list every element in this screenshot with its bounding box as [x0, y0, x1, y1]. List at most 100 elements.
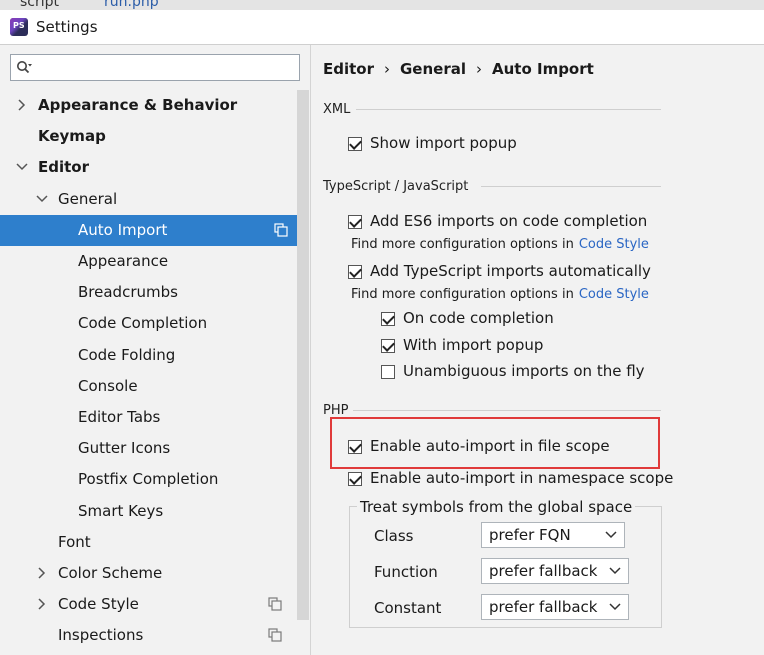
tree-item-label: Console	[78, 376, 138, 395]
checkbox-label: Add ES6 imports on code completion	[370, 212, 648, 230]
checkbox-label: Enable auto-import in namespace scope	[370, 469, 674, 487]
tree-item-gutter-icons[interactable]: Gutter Icons	[0, 433, 296, 464]
tree-item-appearance-behavior[interactable]: Appearance & Behavior	[0, 90, 296, 121]
checkbox-box[interactable]	[348, 472, 362, 486]
tree-item-code-folding[interactable]: Code Folding	[0, 340, 296, 371]
checkbox-box[interactable]	[348, 137, 362, 151]
checkbox-box[interactable]	[381, 339, 395, 353]
window-title: Settings	[36, 18, 98, 36]
tree-item-keymap[interactable]: Keymap	[0, 121, 296, 152]
tree-item-console[interactable]: Console	[0, 371, 296, 402]
ts-section-heading: TypeScript / JavaScript	[323, 179, 469, 194]
tree-item-smart-keys[interactable]: Smart Keys	[0, 496, 296, 527]
chevron-down-icon[interactable]	[36, 193, 48, 205]
constant-select-value: prefer fallback	[489, 598, 598, 616]
tree-item-label: Editor	[38, 158, 89, 177]
es6-hint: Find more configuration options in Code S…	[351, 237, 649, 252]
code-style-link[interactable]: Code Style	[579, 287, 649, 302]
tab-script[interactable]: script	[20, 0, 59, 10]
function-select-value: prefer fallback	[489, 562, 598, 580]
checkbox-box[interactable]	[381, 365, 395, 379]
breadcrumb-editor: Editor	[323, 60, 374, 78]
global-space-group: Treat symbols from the global space Clas…	[349, 498, 662, 628]
xml-divider	[356, 109, 661, 110]
settings-search-input[interactable]	[10, 54, 300, 81]
tree-item-label: Inspections	[58, 626, 144, 645]
checkbox-label: Enable auto-import in file scope	[370, 437, 610, 455]
project-settings-icon	[274, 223, 288, 237]
class-label: Class	[374, 527, 414, 545]
chevron-down-icon	[609, 603, 621, 611]
tree-item-label: Font	[58, 532, 91, 551]
xml-section-heading: XML	[323, 102, 351, 117]
tree-item-label: General	[58, 189, 118, 208]
title-bar: PS Settings	[0, 10, 764, 45]
phpstorm-logo-icon: PS	[10, 18, 28, 36]
breadcrumb-general: General	[400, 60, 466, 78]
tree-item-editor-tabs[interactable]: Editor Tabs	[0, 402, 296, 433]
hint-text: Find more configuration options in	[351, 237, 574, 252]
tree-item-inspections[interactable]: Inspections	[0, 620, 296, 651]
checkbox-box[interactable]	[348, 440, 362, 454]
function-label: Function	[374, 563, 438, 581]
tree-item-postfix-completion[interactable]: Postfix Completion	[0, 464, 296, 495]
checkbox-box[interactable]	[348, 215, 362, 229]
checkbox-label: Unambiguous imports on the fly	[403, 362, 645, 380]
tree-item-appearance[interactable]: Appearance	[0, 246, 296, 277]
code-style-link[interactable]: Code Style	[579, 237, 649, 252]
tree-item-auto-import[interactable]: Auto Import	[0, 214, 308, 246]
chevron-right-icon[interactable]	[16, 99, 28, 111]
tree-item-code-style[interactable]: Code Style	[0, 589, 296, 620]
tree-item-general[interactable]: General	[0, 184, 296, 215]
tree-item-label: Code Folding	[78, 345, 176, 364]
project-settings-icon	[268, 628, 282, 642]
php-divider	[353, 410, 661, 411]
typescript-hint: Find more configuration options in Code S…	[351, 287, 649, 302]
tree-item-label: Color Scheme	[58, 564, 163, 582]
constant-select[interactable]: prefer fallback	[481, 594, 629, 620]
project-settings-icon	[268, 597, 282, 611]
tree-item-font[interactable]: Font	[0, 527, 296, 558]
tree-item-code-completion[interactable]: Code Completion	[0, 308, 296, 339]
checkbox-label: With import popup	[403, 336, 544, 354]
sidebar-scrollbar[interactable]	[297, 90, 309, 620]
tree-item-label: Smart Keys	[78, 501, 164, 520]
tree-item-label: Auto Import	[78, 220, 168, 239]
tree-item-editor[interactable]: Editor	[0, 152, 296, 183]
hint-text: Find more configuration options in	[351, 287, 574, 302]
tree-item-label: Code Style	[58, 595, 139, 614]
ts-divider	[481, 186, 661, 187]
checkbox-box[interactable]	[348, 265, 362, 279]
editor-tab-strip: script run.php	[0, 0, 764, 10]
tree-item-color-scheme[interactable]: Color Scheme	[0, 558, 296, 589]
tree-item-label: Breadcrumbs	[78, 283, 178, 302]
tree-item-label: Editor Tabs	[78, 408, 161, 426]
chevron-down-icon	[609, 567, 621, 575]
breadcrumb-auto-import: Auto Import	[492, 60, 594, 78]
checkbox-label: Show import popup	[370, 134, 517, 152]
tree-item-label: Keymap	[38, 127, 106, 146]
tab-run-php[interactable]: run.php	[104, 0, 159, 10]
chevron-down-icon[interactable]	[16, 161, 28, 173]
tree-item-label: Code Completion	[78, 314, 208, 333]
checkbox-label: Add TypeScript imports automatically	[370, 262, 651, 280]
class-select[interactable]: prefer FQN	[481, 522, 625, 548]
tree-item-label: Appearance	[78, 252, 169, 270]
settings-content: Editor › General › Auto Import XML Show impo…	[311, 45, 764, 655]
tree-item-label: Appearance & Behavior	[38, 96, 238, 114]
chevron-right-icon[interactable]	[36, 567, 48, 579]
checkbox-box[interactable]	[381, 312, 395, 326]
breadcrumb: Editor › General › Auto Import	[323, 60, 594, 78]
chevron-right-icon[interactable]	[36, 598, 48, 610]
constant-label: Constant	[374, 599, 442, 617]
tree-item-breadcrumbs[interactable]: Breadcrumbs	[0, 277, 296, 308]
group-title: Treat symbols from the global space	[357, 498, 636, 516]
php-section-heading: PHP	[323, 403, 349, 418]
settings-sidebar: Appearance & Behavior Keymap Editor General…	[0, 45, 311, 655]
checkbox-label: On code completion	[403, 309, 554, 327]
search-icon[interactable]	[16, 60, 32, 76]
tree-item-label: Postfix Completion	[78, 470, 219, 489]
function-select[interactable]: prefer fallback	[481, 558, 629, 584]
chevron-down-icon	[605, 531, 617, 539]
class-select-value: prefer FQN	[489, 526, 571, 544]
